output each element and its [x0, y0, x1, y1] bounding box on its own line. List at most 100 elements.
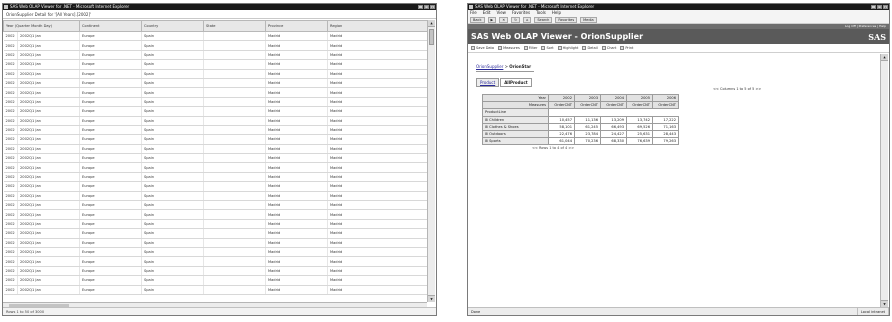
- filter-button[interactable]: Filter: [523, 46, 537, 50]
- column-header[interactable]: Province: [265, 20, 328, 32]
- column-header[interactable]: State: [203, 20, 266, 32]
- media-button[interactable]: Media: [580, 16, 597, 23]
- scroll-up-icon[interactable]: ▲: [881, 54, 888, 61]
- column-header[interactable]: Continent: [79, 20, 142, 32]
- maximize-button[interactable]: □: [424, 5, 429, 9]
- viewer-window-titlebar[interactable]: SAS Web OLAP Viewer for .NET - Microsoft…: [468, 4, 889, 10]
- sort-button[interactable]: Sort: [541, 46, 554, 50]
- refresh-icon[interactable]: ↻: [511, 16, 521, 23]
- table-row[interactable]: 2002 2002Q1 Jan Europe Spain Madrid Madrid: [3, 247, 427, 258]
- table-row[interactable]: 2002 2002Q1 Jan Europe Spain Madrid Madrid: [3, 31, 427, 42]
- table-row[interactable]: 2002 2002Q1 Jan Europe Spain Madrid Madrid: [3, 285, 427, 295]
- scroll-down-icon[interactable]: ▼: [881, 300, 888, 307]
- menu-edit[interactable]: Edit: [483, 10, 491, 16]
- year-header[interactable]: 2006: [652, 93, 679, 103]
- pivot-row-header[interactable]: ⊞ Children: [482, 115, 549, 124]
- close-button[interactable]: ×: [430, 5, 435, 9]
- detail-button[interactable]: Detail: [582, 46, 598, 50]
- pivot-row-header[interactable]: ⊞ Sports: [482, 137, 549, 146]
- detail-window-titlebar[interactable]: SAS Web OLAP Viewer for .NET - Microsoft…: [3, 4, 436, 10]
- measure-header[interactable]: OrderCNT: [652, 101, 679, 110]
- back-button[interactable]: Back: [470, 16, 485, 23]
- previous-icon[interactable]: <<: [713, 87, 719, 91]
- menu-help[interactable]: Help: [552, 10, 561, 16]
- table-row[interactable]: 2002 2002Q1 Jan Europe Spain Madrid Madrid: [3, 40, 427, 51]
- pivot-cell[interactable]: 23,784: [574, 129, 601, 139]
- year-header[interactable]: 2002: [548, 93, 575, 103]
- table-row[interactable]: 2002 2002Q1 Jan Europe Spain Madrid Madrid: [3, 50, 427, 61]
- pivot-cell[interactable]: 66,493: [600, 122, 627, 131]
- year-header[interactable]: 2005: [626, 93, 653, 103]
- scroll-down-icon[interactable]: ▼: [428, 295, 435, 302]
- search-button[interactable]: Search: [534, 16, 553, 23]
- pivot-cell[interactable]: 25,631: [626, 129, 653, 139]
- table-row[interactable]: 2002 2002Q1 Jan Europe Spain Madrid Madrid: [3, 87, 427, 98]
- minimize-button[interactable]: _: [418, 5, 423, 9]
- highlight-button[interactable]: Highlight: [557, 46, 578, 50]
- table-row[interactable]: 2002 2002Q1 Jan Europe Spain Madrid Madrid: [3, 209, 427, 220]
- maximize-button[interactable]: □: [877, 5, 882, 9]
- measure-header[interactable]: OrderCNT: [574, 101, 601, 110]
- pivot-row-header[interactable]: ⊞ Outdoors: [482, 129, 549, 139]
- pivot-cell[interactable]: 17,222: [652, 115, 679, 124]
- pivot-cell[interactable]: 24,427: [600, 129, 627, 139]
- scroll-thumb[interactable]: [429, 29, 434, 45]
- table-row[interactable]: 2002 2002Q1 Jan Europe Spain Madrid Madrid: [3, 125, 427, 136]
- table-row[interactable]: 2002 2002Q1 Jan Europe Spain Madrid Madrid: [3, 228, 427, 239]
- menu-favorites[interactable]: Favorites: [512, 10, 530, 16]
- next-icon[interactable]: >>: [755, 87, 761, 91]
- menu-tools[interactable]: Tools: [536, 10, 546, 16]
- table-row[interactable]: 2002 2002Q1 Jan Europe Spain Madrid Madrid: [3, 144, 427, 155]
- pivot-cell[interactable]: 10,457: [548, 115, 575, 124]
- breadcrumb-link[interactable]: OrionSupplier: [476, 64, 503, 69]
- close-button[interactable]: ×: [883, 5, 888, 9]
- tab-product[interactable]: Product: [476, 78, 500, 87]
- detail-vertical-scrollbar[interactable]: ▲ ▼: [427, 20, 435, 302]
- table-row[interactable]: 2002 2002Q1 Jan Europe Spain Madrid Madrid: [3, 256, 427, 267]
- pivot-cell[interactable]: 13,209: [600, 115, 627, 124]
- pivot-row-navigation[interactable]: << Rows 1 to 4 of 4 >>: [532, 146, 574, 150]
- table-row[interactable]: 2002 2002Q1 Jan Europe Spain Madrid Madrid: [3, 78, 427, 89]
- print-button[interactable]: Print: [620, 46, 633, 50]
- pivot-cell[interactable]: 13,742: [626, 115, 653, 124]
- table-row[interactable]: 2002 2002Q1 Jan Europe Spain Madrid Madrid: [3, 106, 427, 117]
- menu-file[interactable]: File: [470, 10, 477, 16]
- tab-allproduct[interactable]: AllProduct: [500, 78, 532, 87]
- pivot-column-navigation[interactable]: << Columns 1 to 5 of 5 >>: [713, 87, 761, 91]
- table-row[interactable]: 2002 2002Q1 Jan Europe Spain Madrid Madrid: [3, 238, 427, 249]
- save-data-button[interactable]: Save Data: [471, 46, 494, 50]
- pivot-cell[interactable]: 79,263: [652, 137, 679, 146]
- pivot-cell[interactable]: 70,236: [574, 137, 601, 146]
- stop-icon[interactable]: ✕: [499, 16, 509, 23]
- pivot-cell[interactable]: 61,245: [574, 122, 601, 131]
- pivot-cell[interactable]: 71,163: [652, 122, 679, 131]
- scroll-up-icon[interactable]: ▲: [428, 20, 435, 27]
- pivot-cell[interactable]: 28,443: [652, 129, 679, 139]
- table-row[interactable]: 2002 2002Q1 Jan Europe Spain Madrid Madrid: [3, 116, 427, 126]
- pivot-cell[interactable]: 11,136: [574, 115, 601, 124]
- favorites-button[interactable]: Favorites: [555, 16, 578, 23]
- viewer-vertical-scrollbar[interactable]: ▲ ▼: [880, 54, 888, 307]
- table-row[interactable]: 2002 2002Q1 Jan Europe Spain Madrid Madrid: [3, 69, 427, 79]
- measure-header[interactable]: OrderCNT: [600, 101, 627, 110]
- pivot-cell[interactable]: 61,044: [548, 137, 575, 146]
- table-row[interactable]: 2002 2002Q1 Jan Europe Spain Madrid Madrid: [3, 181, 427, 192]
- table-row[interactable]: 2002 2002Q1 Jan Europe Spain Madrid Madrid: [3, 275, 427, 286]
- pivot-cell[interactable]: 58,101: [548, 122, 575, 131]
- pivot-row-header[interactable]: ⊞ Clothes & Shoes: [482, 122, 549, 131]
- table-row[interactable]: 2002 2002Q1 Jan Europe Spain Madrid Madrid: [3, 200, 427, 211]
- measure-header[interactable]: OrderCNT: [626, 101, 653, 110]
- next-icon[interactable]: >>: [568, 146, 574, 150]
- table-row[interactable]: 2002 2002Q1 Jan Europe Spain Madrid Madrid: [3, 266, 427, 277]
- measures-button[interactable]: Measures: [498, 46, 520, 50]
- forward-icon[interactable]: ▶: [487, 16, 497, 23]
- previous-icon[interactable]: <<: [532, 146, 538, 150]
- column-header[interactable]: Region: [327, 20, 427, 32]
- table-row[interactable]: 2002 2002Q1 Jan Europe Spain Madrid Madrid: [3, 97, 427, 108]
- pivot-cell[interactable]: 68,330: [600, 137, 627, 146]
- table-row[interactable]: 2002 2002Q1 Jan Europe Spain Madrid Madrid: [3, 134, 427, 145]
- table-row[interactable]: 2002 2002Q1 Jan Europe Spain Madrid Madrid: [3, 153, 427, 164]
- table-row[interactable]: 2002 2002Q1 Jan Europe Spain Madrid Madrid: [3, 219, 427, 230]
- year-header[interactable]: 2004: [600, 93, 627, 103]
- table-row[interactable]: 2002 2002Q1 Jan Europe Spain Madrid Madrid: [3, 162, 427, 173]
